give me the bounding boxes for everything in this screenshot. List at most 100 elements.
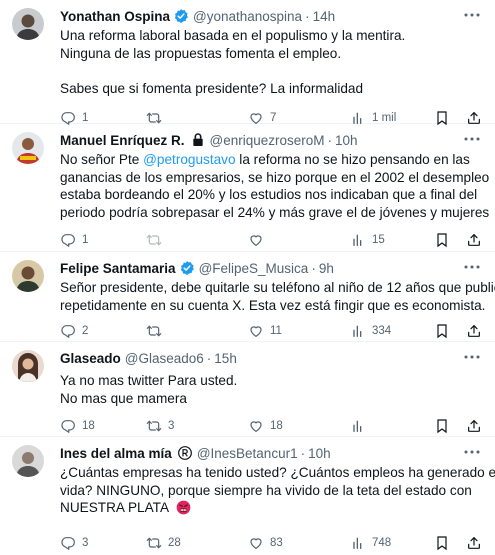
tweet-time[interactable]: 10h	[308, 446, 331, 461]
more-options-icon[interactable]	[463, 350, 481, 364]
bookmark-icon[interactable]	[434, 535, 450, 551]
like-count: 7	[270, 112, 277, 124]
tweet-text-line: NUESTRA PLATA	[60, 499, 483, 520]
avatar[interactable]	[12, 260, 44, 292]
verified-badge-icon	[179, 260, 195, 276]
tweet-text: Una reforma laboral basada en el populis…	[60, 27, 483, 97]
separator-dot: ·	[311, 260, 316, 276]
tweet-text: No señor Pte @petrogustavo la reforma no…	[60, 151, 490, 221]
share-icon[interactable]	[466, 535, 482, 551]
avatar[interactable]	[12, 445, 44, 477]
tweet[interactable]: Ines del alma mía @InesBetancur1 · 10h ¿…	[0, 437, 495, 555]
author-handle[interactable]: @InesBetancur1	[197, 446, 298, 461]
tweet[interactable]: Yonathan Ospina @yonathanospina · 14h Un…	[0, 0, 495, 124]
like-button[interactable]: 11	[248, 323, 350, 339]
registered-mark-icon	[177, 445, 193, 461]
reply-button[interactable]: 18	[60, 418, 146, 434]
retweet-button[interactable]: 28	[146, 535, 248, 551]
share-icon[interactable]	[466, 418, 482, 434]
views-count: 748	[372, 536, 392, 549]
avatar[interactable]	[12, 132, 44, 164]
tweet[interactable]: Felipe Santamaria @FelipeS_Musica · 9h S…	[0, 252, 495, 342]
tweet-header: Felipe Santamaria @FelipeS_Musica · 9h	[60, 258, 483, 278]
lock-icon	[190, 132, 206, 148]
reply-count: 2	[82, 325, 89, 337]
reply-count: 3	[82, 536, 89, 549]
tweet-feed: Yonathan Ospina @yonathanospina · 14h Un…	[0, 0, 495, 555]
author-handle[interactable]: @FelipeS_Musica	[199, 261, 309, 276]
retweet-count: 28	[168, 536, 181, 549]
separator-dot: ·	[327, 132, 333, 148]
author-name[interactable]: Ines del alma mía	[60, 446, 172, 461]
views-button[interactable]	[350, 418, 428, 434]
like-button[interactable]	[248, 232, 350, 248]
author-name[interactable]: Glaseado	[60, 351, 121, 366]
author-name[interactable]: Manuel Enríquez R.	[60, 133, 185, 148]
retweet-button[interactable]	[146, 323, 248, 339]
author-name[interactable]: Yonathan Ospina	[60, 9, 170, 24]
more-options-icon[interactable]	[463, 132, 481, 146]
tweet-text-fragment: la reforma no se hizo pensando en las	[235, 152, 470, 167]
views-count: 334	[372, 325, 392, 337]
tweet-text-line: Una reforma laboral basada en el populis…	[60, 28, 406, 43]
tweet-text-line: Ninguna de las propuestas fomenta el emp…	[60, 45, 342, 61]
retweet-button[interactable]	[146, 232, 248, 248]
like-count: 83	[270, 536, 283, 549]
tweet-header: Glaseado @Glaseado6 · 15h	[60, 348, 483, 368]
bookmark-icon[interactable]	[434, 323, 450, 339]
views-button[interactable]: 748	[350, 535, 428, 551]
tweet-text-blank-line	[60, 62, 483, 80]
tweet-time[interactable]: 14h	[313, 9, 336, 24]
more-options-icon[interactable]	[463, 260, 481, 274]
mention-link[interactable]: @petrogustavo	[143, 152, 235, 167]
like-count: 18	[270, 420, 283, 432]
author-name[interactable]: Felipe Santamaria	[60, 261, 176, 276]
share-icon[interactable]	[466, 232, 482, 248]
tweet[interactable]: Manuel Enríquez R. @enriquezroseroM · 10…	[0, 124, 495, 252]
tweet-time[interactable]: 10h	[335, 133, 358, 148]
reply-button[interactable]: 2	[60, 323, 146, 339]
reply-count: 1	[82, 234, 89, 246]
tweet-text: ¿Cuántas empresas ha tenido usted? ¿Cuán…	[60, 464, 495, 520]
reply-count: 1	[82, 112, 89, 124]
retweet-button[interactable]: 3	[146, 418, 248, 434]
tweet-text-line: ¿Cuántas empresas ha tenido usted? ¿Cuán…	[60, 465, 495, 480]
author-handle[interactable]: @enriquezroseroM	[210, 133, 325, 148]
tweet-actions: 3 28 83 748	[60, 528, 483, 555]
tweet-header: Yonathan Ospina @yonathanospina · 14h	[60, 6, 483, 26]
tweet-text-line: No mas que mamera	[60, 390, 187, 406]
share-icon[interactable]	[466, 323, 482, 339]
views-count: 1 mil	[372, 112, 397, 124]
tweet-text-line: No señor Pte @petrogustavo la reforma no…	[60, 151, 483, 169]
like-button[interactable]: 83	[248, 535, 350, 551]
tweet-text-fragment: No señor Pte	[60, 152, 144, 167]
reply-button[interactable]: 1	[60, 232, 146, 248]
more-options-icon[interactable]	[463, 445, 481, 459]
tweet-time[interactable]: 9h	[319, 261, 334, 276]
tweet-text-line: ganancias de los empresarios, se hizo po…	[60, 169, 490, 185]
more-options-icon[interactable]	[463, 8, 481, 22]
views-count: 15	[372, 234, 385, 246]
like-count: 11	[270, 325, 282, 337]
tweet-text-line: vida? NINGUNO, porque siempre ha vivido …	[60, 482, 472, 498]
tweet-text-line: Ya no mas twitter Para usted.	[60, 373, 238, 388]
tweet-text-line: repetidamente en su cuenta X. Esta vez e…	[60, 297, 486, 313]
reply-button[interactable]: 3	[60, 535, 146, 551]
bookmark-icon[interactable]	[434, 232, 450, 248]
author-handle[interactable]: @Glaseado6	[125, 351, 204, 366]
like-button[interactable]: 18	[248, 418, 350, 434]
views-button[interactable]: 15	[350, 232, 428, 248]
bookmark-icon[interactable]	[434, 418, 450, 434]
tweet-text-line: Sabes que si fomenta presidente? La info…	[60, 80, 364, 96]
tweet-text-line: periodo podría sobrepasar el 24% y más g…	[60, 204, 490, 220]
reply-count: 18	[82, 420, 95, 432]
tweet[interactable]: Glaseado @Glaseado6 · 15h Ya no mas twit…	[0, 342, 495, 437]
avatar[interactable]	[12, 8, 44, 40]
separator-dot: ·	[206, 350, 212, 366]
avatar[interactable]	[12, 350, 44, 382]
views-button[interactable]: 334	[350, 323, 428, 339]
tweet-time[interactable]: 15h	[214, 351, 237, 366]
tweet-text-line: estaba bordeando el 20% y los estudios n…	[60, 187, 478, 202]
author-handle[interactable]: @yonathanospina	[193, 9, 302, 24]
tweet-text-line: Señor presidente, debe quitarle su teléf…	[60, 280, 495, 295]
